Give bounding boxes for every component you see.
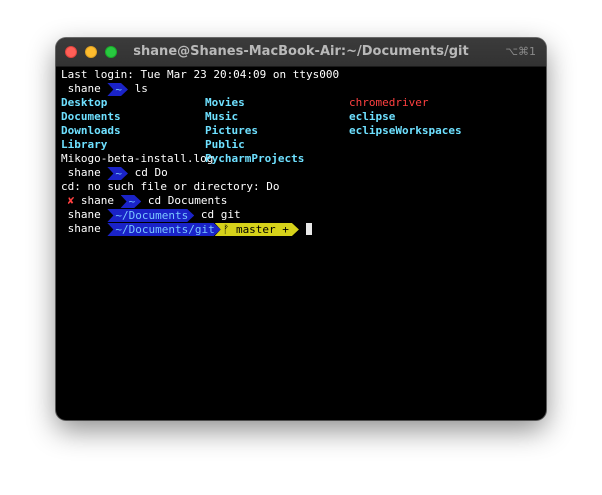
prompt-user: shane (67, 208, 101, 221)
prompt-user: shane (67, 82, 101, 95)
ls-entry: Downloads (61, 124, 121, 137)
terminal-output[interactable]: Last login: Tue Mar 23 20:04:09 on ttys0… (61, 68, 546, 236)
ls-entry: chromedriver (349, 96, 429, 109)
command-text: cd git (200, 208, 241, 221)
terminal-window[interactable]: shane@Shanes-MacBook-Air:~/Documents/git… (56, 38, 546, 420)
window-shortcut: ⌥⌘1 (505, 45, 536, 58)
prompt-directory: ~/Documents/git (107, 223, 220, 236)
ls-entry: Pictures (205, 124, 258, 137)
ls-entry: PycharmProjects (205, 152, 305, 165)
ls-entry: Public (205, 138, 245, 151)
ls-entry: eclipse (349, 110, 396, 123)
prompt-line: ✘ shane ~ cd Documents (61, 194, 546, 208)
ls-output-row: Mikogo-beta-install.log PycharmProjects (61, 152, 546, 166)
ls-output-row: Documents Music eclipse (61, 110, 546, 124)
active-prompt-line[interactable]: shane ~/Documents/git ᚠ master + (61, 222, 546, 236)
ls-output-row: Downloads Pictures eclipseWorkspaces (61, 124, 546, 138)
ls-entry: Music (205, 110, 239, 123)
prompt-user: shane (67, 222, 101, 235)
ls-entry: Mikogo-beta-install.log (61, 152, 214, 165)
ls-entry: Desktop (61, 96, 108, 109)
prompt-line: shane ~/Documents cd git (61, 208, 546, 222)
prompt-directory: ~ (107, 83, 128, 96)
git-branch-segment: ᚠ master + (215, 223, 299, 236)
command-text: ls (134, 82, 148, 95)
ls-output-row: Desktop Movies chromedriver (61, 96, 546, 110)
command-text: cd Documents (147, 194, 228, 207)
ls-entry: Movies (205, 96, 245, 109)
ls-output-row: Library Public (61, 138, 546, 152)
prompt-line: shane ~ ls (61, 82, 546, 96)
error-mark-icon: ✘ (67, 194, 75, 207)
text-cursor[interactable] (305, 223, 312, 235)
prompt-user: shane (67, 166, 101, 179)
last-login-line: Last login: Tue Mar 23 20:04:09 on ttys0… (61, 68, 340, 81)
prompt-user: ✘ shane (67, 194, 114, 207)
window-title: shane@Shanes-MacBook-Air:~/Documents/git (133, 44, 469, 59)
prompt-line: shane ~ cd Do (61, 166, 546, 180)
ls-entry: eclipseWorkspaces (349, 124, 462, 137)
command-text: cd Do (134, 166, 168, 179)
error-line: cd: no such file or directory: Do (61, 180, 280, 193)
prompt-directory: ~ (107, 167, 128, 180)
prompt-directory: ~/Documents (107, 209, 194, 222)
ls-entry: Library (61, 138, 108, 151)
title-bar[interactable]: shane@Shanes-MacBook-Air:~/Documents/git… (56, 38, 546, 67)
ls-entry: Documents (61, 110, 121, 123)
prompt-directory: ~ (121, 195, 142, 208)
